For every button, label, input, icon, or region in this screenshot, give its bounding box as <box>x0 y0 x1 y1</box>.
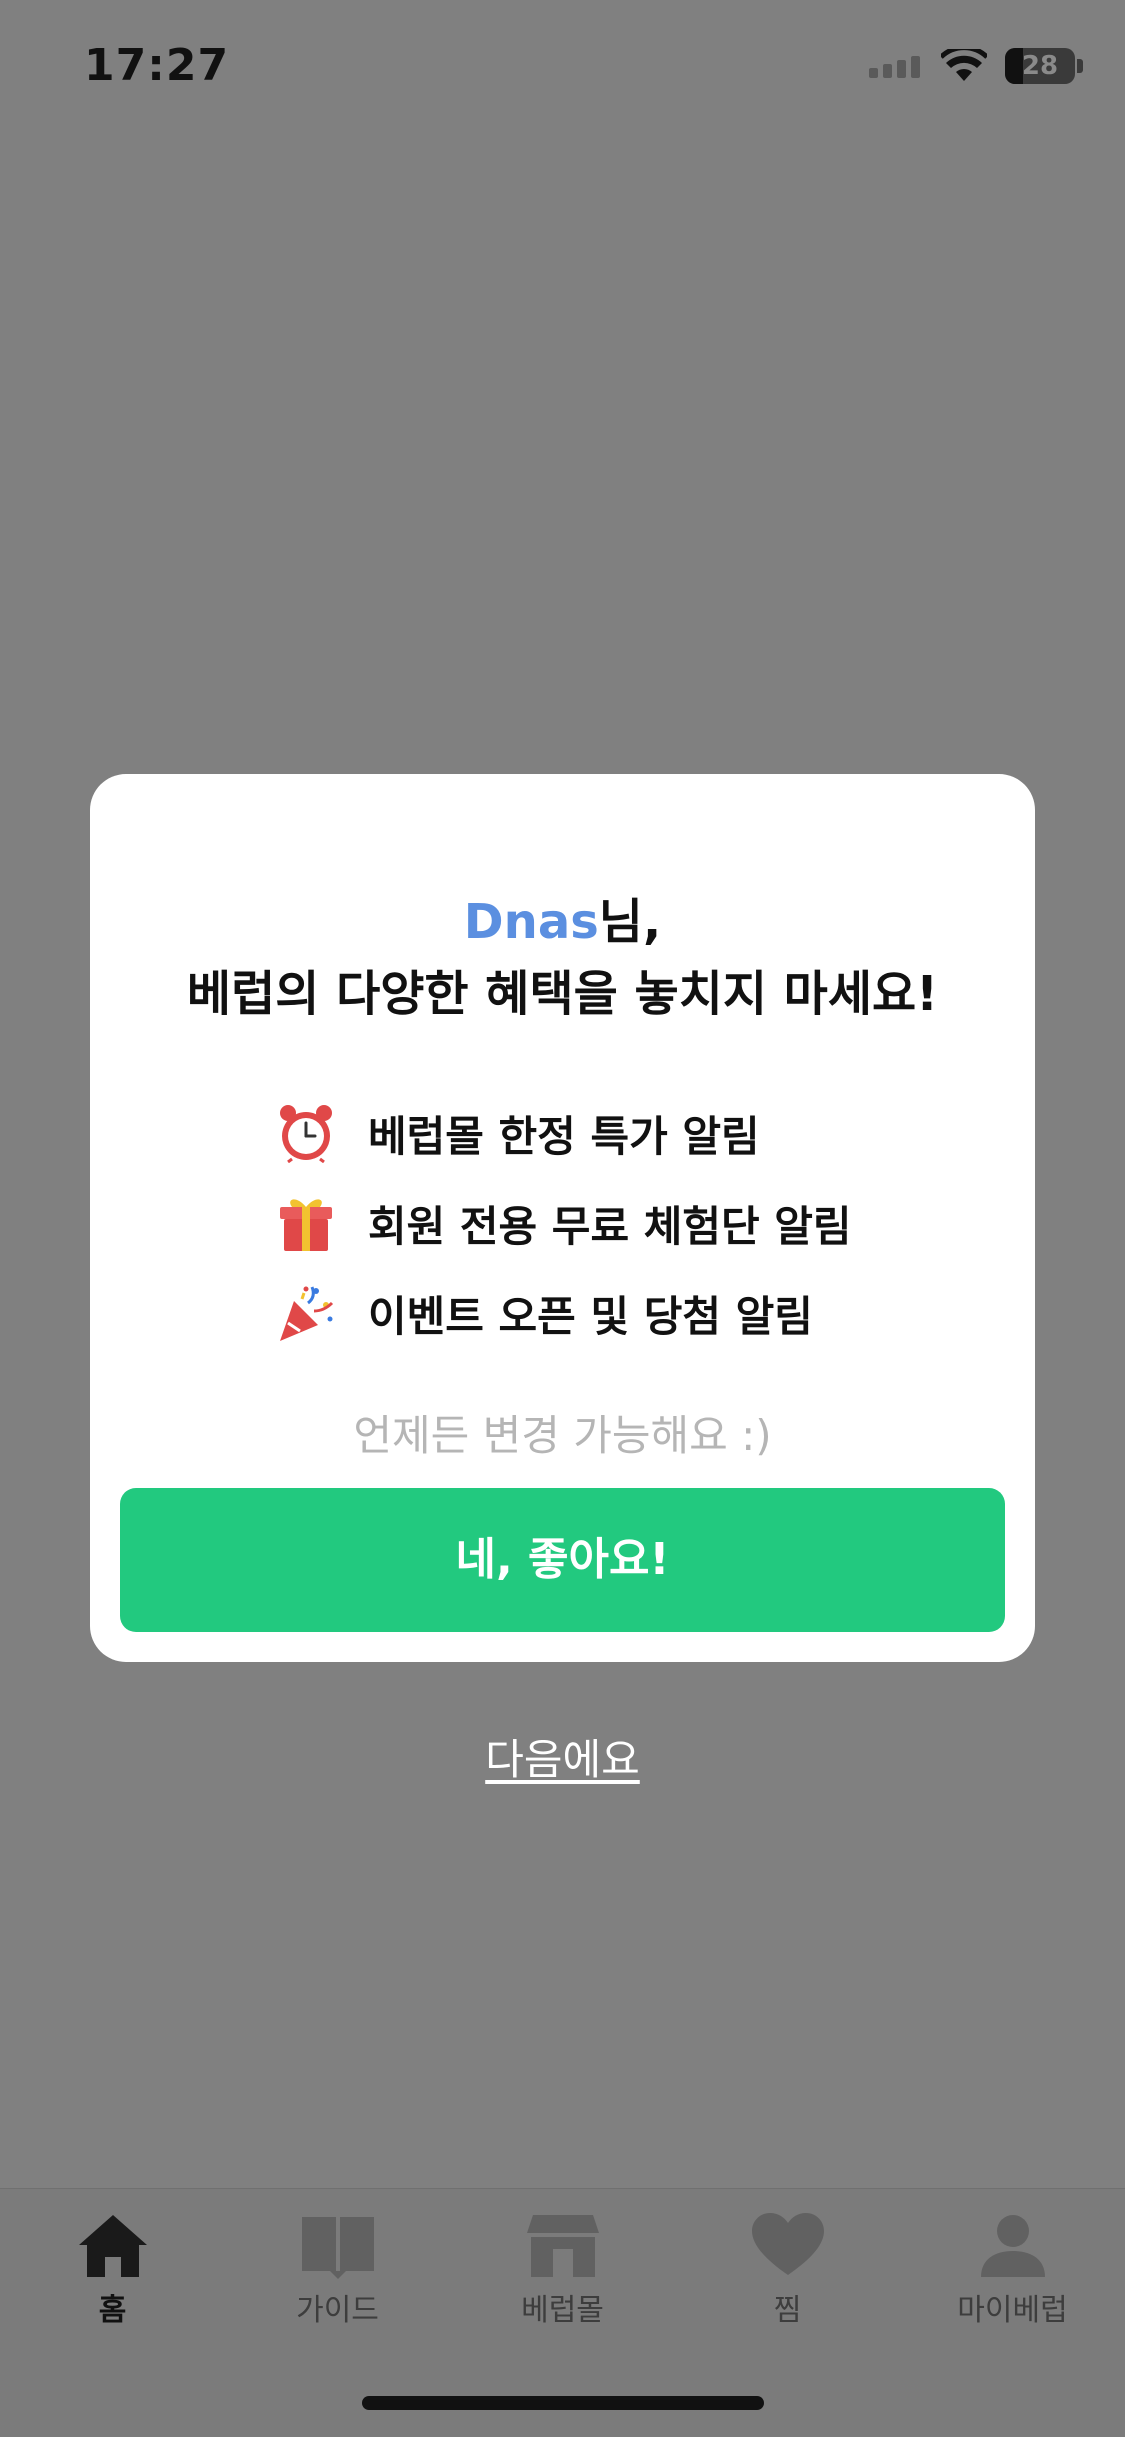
benefit-item: 베럽몰 한정 특가 알림 <box>276 1088 852 1178</box>
battery-tip <box>1077 59 1083 73</box>
modal-title-username: Dnas <box>463 894 599 950</box>
modal-title-suffix: 님, <box>598 894 662 950</box>
benefit-item: 이벤트 오픈 및 당첨 알림 <box>276 1268 852 1358</box>
party-popper-icon <box>280 1286 334 1341</box>
alarm-clock-icon <box>280 1105 332 1163</box>
tab-wishlist[interactable]: 찜 <box>675 2213 900 2329</box>
confirm-button[interactable]: 네, 좋아요! <box>120 1488 1005 1632</box>
tab-guide[interactable]: 가이드 <box>225 2213 450 2329</box>
battery-level: 28 <box>1021 51 1059 81</box>
benefit-list: 베럽몰 한정 특가 알림 회원 전용 무료 체험단 알림 이벤트 오픈 및 당첨… <box>276 1088 852 1358</box>
tab-mall[interactable]: 베럽몰 <box>450 2213 675 2329</box>
tab-label: 찜 <box>773 2293 802 2328</box>
heart-icon <box>751 2213 824 2275</box>
store-icon <box>526 2215 599 2277</box>
battery-icon: 28 <box>1005 48 1075 84</box>
wifi-icon <box>941 49 987 81</box>
gift-icon <box>280 1199 332 1251</box>
benefit-label: 이벤트 오픈 및 당첨 알림 <box>368 1291 813 1341</box>
tab-label: 가이드 <box>296 2293 379 2328</box>
cellular-signal-icon <box>869 56 920 78</box>
benefit-label: 회원 전용 무료 체험단 알림 <box>368 1201 852 1251</box>
tab-label: 베럽몰 <box>521 2293 604 2328</box>
book-icon <box>301 2217 374 2279</box>
home-indicator <box>362 2396 764 2410</box>
status-icons: 28 <box>869 48 1083 84</box>
notification-consent-modal: Dnas님, 베럽의 다양한 혜택을 놓치지 마세요! 베럽몰 한정 특가 알림 <box>90 774 1035 1662</box>
benefit-item: 회원 전용 무료 체험단 알림 <box>276 1178 852 1268</box>
tab-home[interactable]: 홈 <box>0 2213 225 2329</box>
status-time: 17:27 <box>84 40 230 91</box>
home-icon <box>78 2215 147 2277</box>
modal-title-line2: 베럽의 다양한 혜택을 놓치지 마세요! <box>186 966 939 1022</box>
tab-label: 마이베럽 <box>957 2293 1068 2328</box>
person-icon <box>980 2215 1045 2277</box>
tab-label: 홈 <box>98 2293 127 2328</box>
tab-my-page[interactable]: 마이베럽 <box>900 2213 1125 2329</box>
modal-note: 언제든 변경 가능해요 :) <box>353 1411 772 1460</box>
modal-title: Dnas님, 베럽의 다양한 혜택을 놓치지 마세요! <box>90 886 1035 1030</box>
later-link[interactable]: 다음에요 <box>0 1726 1125 1787</box>
benefit-label: 베럽몰 한정 특가 알림 <box>368 1111 760 1161</box>
status-bar: 17:27 28 <box>0 0 1125 140</box>
